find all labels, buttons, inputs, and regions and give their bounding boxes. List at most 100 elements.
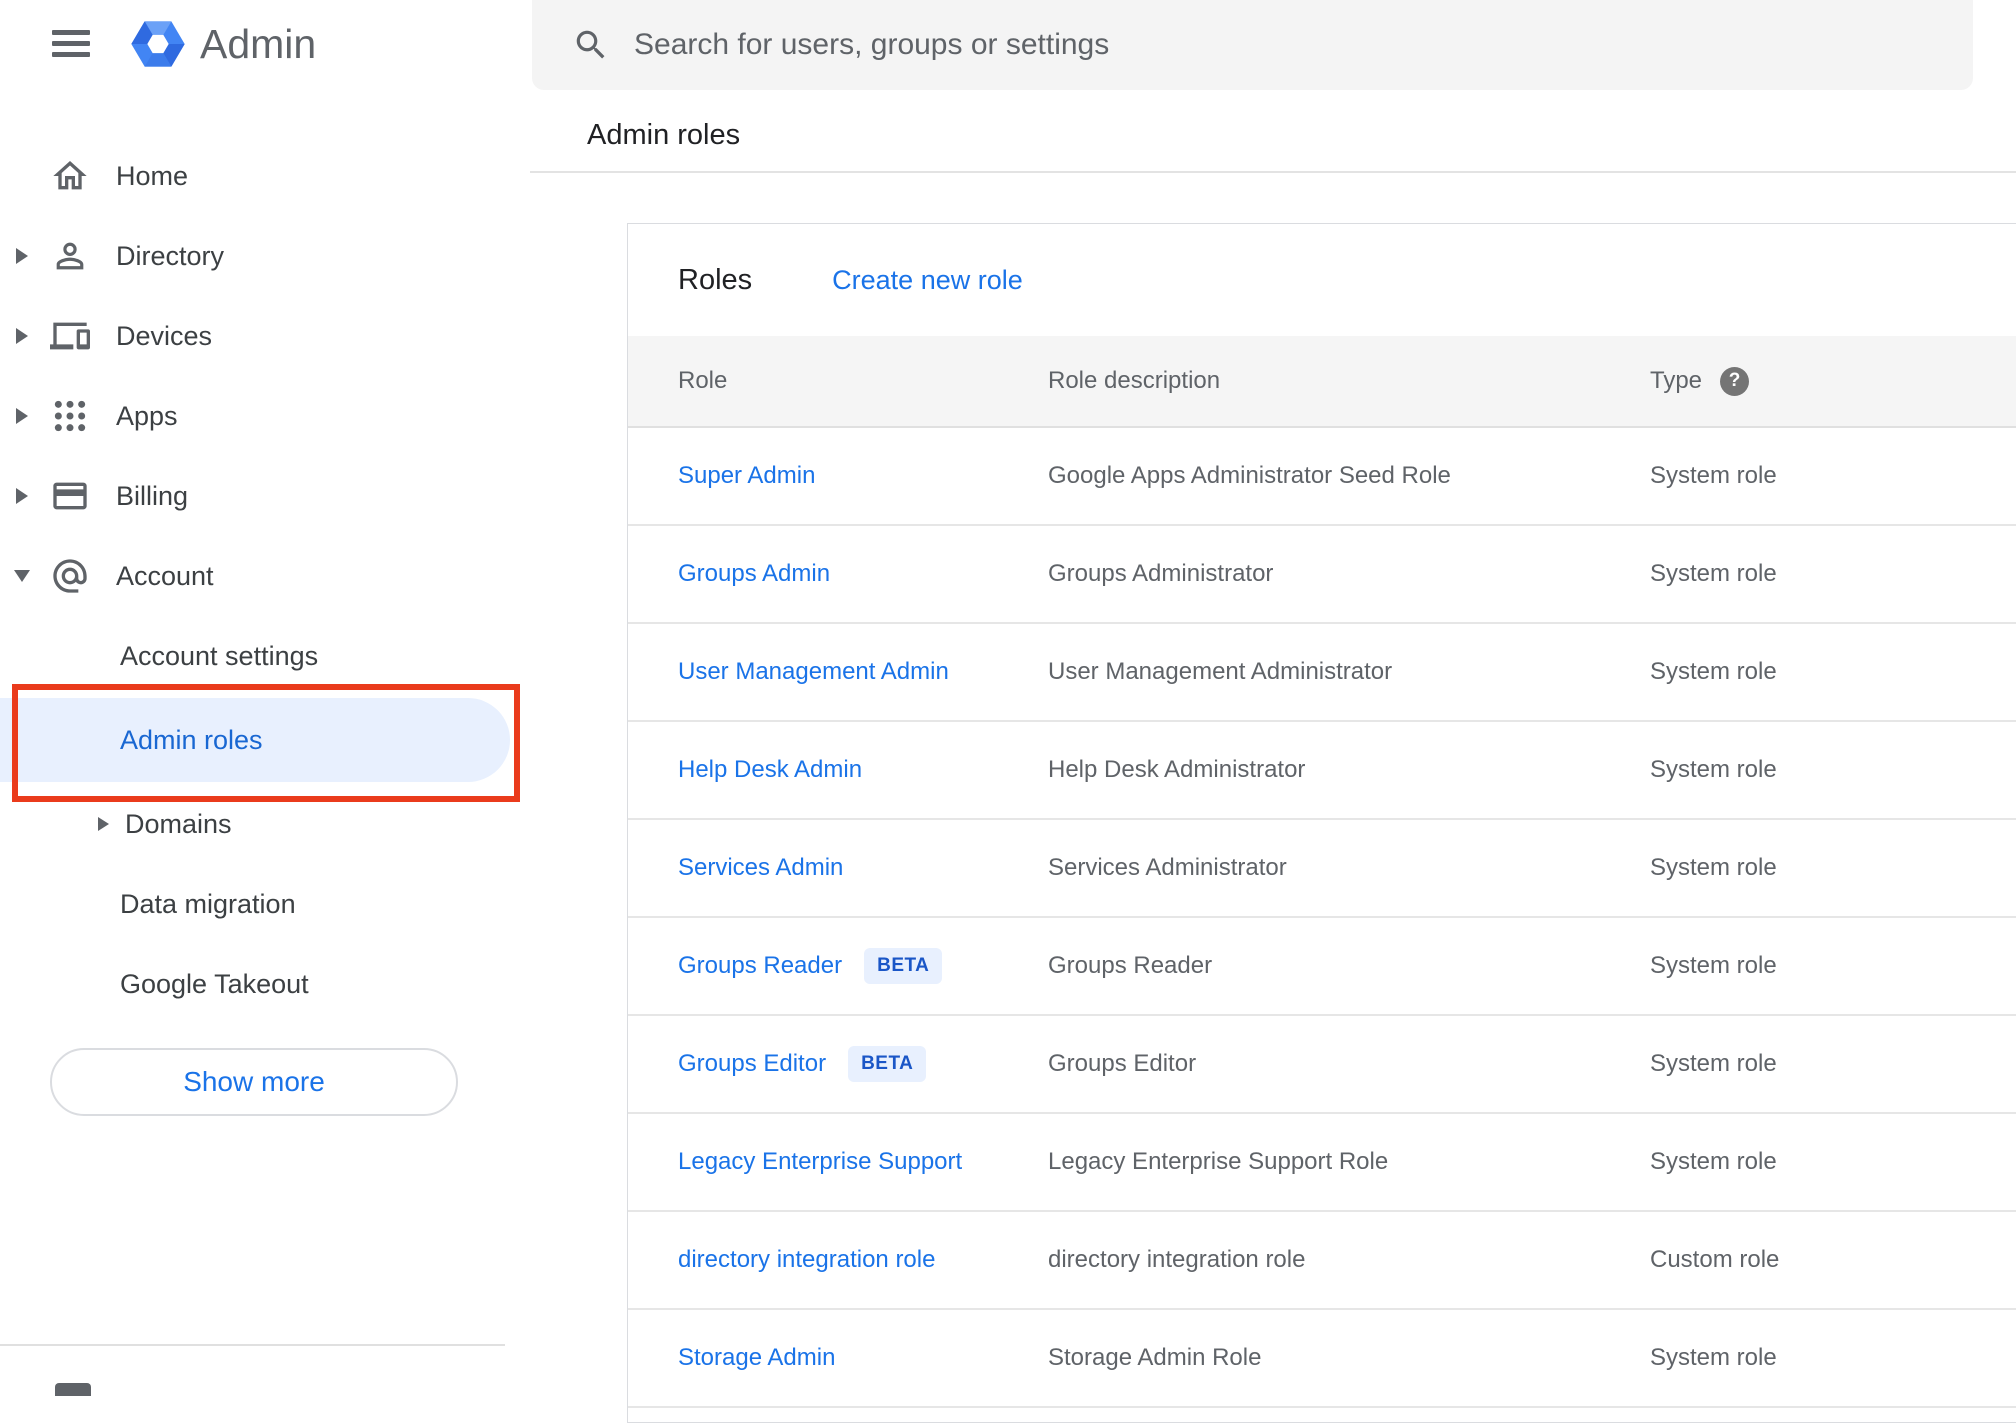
role-link[interactable]: directory integration role [678,1246,935,1274]
role-description: Services Administrator [1048,854,1287,881]
sidebar-item-label: Admin roles [120,724,263,755]
roles-card-header: Roles Create new role [628,224,2016,336]
search-bar[interactable] [532,0,1973,90]
role-description: directory integration role [1048,1246,1306,1273]
role-link[interactable]: User Management Admin [678,658,949,686]
sidebar-item-label: Data migration [120,888,296,919]
role-link[interactable]: Groups Admin [678,560,830,588]
sidebar-item-label: Billing [116,480,189,511]
chevron-right-icon [16,488,28,504]
role-type: System role [1650,1344,1777,1371]
sidebar-item-domains[interactable]: Domains [0,784,530,864]
table-header-row: Role Role description Type ? [628,336,2016,428]
sidebar: Admin Home Directory Devices Apps Billin… [0,0,530,1396]
roles-title: Roles [678,263,753,296]
home-icon [50,156,90,196]
role-description: Google Apps Administrator Seed Role [1048,462,1451,489]
sidebar-item-label: Account settings [120,640,319,671]
role-type: System role [1650,560,1777,587]
role-type: System role [1650,1148,1777,1175]
sidebar-item-admin-roles[interactable]: Admin roles [0,696,530,784]
sidebar-item-directory[interactable]: Directory [0,216,530,296]
column-header-type-label: Type [1650,367,1703,394]
content-divider [530,171,2016,173]
column-header-type: Type ? [1650,366,2016,396]
role-description: Groups Reader [1048,952,1213,979]
help-icon[interactable]: ? [1720,366,1750,396]
role-description: Groups Editor [1048,1050,1197,1077]
cutoff-icon [55,1383,91,1396]
beta-badge: BETA [864,948,943,984]
role-type: System role [1650,658,1777,685]
table-row: Help Desk Admin Help Desk Administrator … [628,722,2016,820]
role-type: System role [1650,1050,1777,1077]
chevron-right-icon [16,328,28,344]
role-type: System role [1650,462,1777,489]
role-link[interactable]: Super Admin [678,462,815,490]
table-row: Services Admin Services Administrator Sy… [628,820,2016,918]
search-input[interactable] [632,27,1916,63]
role-type: System role [1650,756,1777,783]
role-link[interactable]: Services Admin [678,854,843,882]
table-row: Legacy Enterprise Support Legacy Enterpr… [628,1114,2016,1212]
admin-hexagon-logo [126,12,190,76]
sidebar-item-account-settings[interactable]: Account settings [0,616,530,696]
role-link[interactable]: Help Desk Admin [678,756,862,784]
credit-card-icon [50,476,90,516]
at-sign-icon [50,556,90,596]
role-description: Help Desk Administrator [1048,756,1306,783]
role-link[interactable]: Legacy Enterprise Support [678,1148,962,1176]
sidebar-item-apps[interactable]: Apps [0,376,530,456]
table-row: directory integration role directory int… [628,1212,2016,1310]
sidebar-item-label: Home [116,160,189,191]
sidebar-item-label: Google Takeout [120,968,309,999]
table-row: Groups Admin Groups Administrator System… [628,526,2016,624]
role-link[interactable]: Groups Reader [678,952,842,980]
hamburger-menu-icon[interactable] [52,30,90,57]
sidebar-item-devices[interactable]: Devices [0,296,530,376]
sidebar-item-label: Domains [125,808,232,839]
search-icon [572,26,610,64]
breadcrumb: Admin roles [587,119,741,151]
app-title: Admin [200,21,317,67]
sidebar-item-label: Directory [116,240,225,271]
sidebar-item-label: Devices [116,320,213,351]
devices-icon [50,316,90,356]
table-row: Storage Admin Storage Admin Role System … [628,1310,2016,1408]
chevron-right-icon [97,817,109,831]
show-more-label: Show more [183,1066,325,1097]
table-row: Super Admin Google Apps Administrator Se… [628,428,2016,526]
role-type: Custom role [1650,1246,1780,1273]
role-description: Storage Admin Role [1048,1344,1262,1371]
role-description: User Management Administrator [1048,658,1393,685]
role-description: Groups Administrator [1048,560,1274,587]
sidebar-item-label: Account [116,560,214,591]
sidebar-item-billing[interactable]: Billing [0,456,530,536]
sidebar-item-google-takeout[interactable]: Google Takeout [0,944,530,1024]
sidebar-item-home[interactable]: Home [0,136,530,216]
role-link[interactable]: Storage Admin [678,1344,835,1372]
column-header-description: Role description [1048,367,1221,394]
table-row: User Management Admin User Management Ad… [628,624,2016,722]
role-description: Legacy Enterprise Support Role [1048,1148,1389,1175]
sidebar-item-label: Apps [116,400,178,431]
table-row: Groups Editor BETA Groups Editor System … [628,1016,2016,1114]
person-icon [50,236,90,276]
role-type: System role [1650,952,1777,979]
apps-grid-icon [50,396,90,436]
show-more-button[interactable]: Show more [50,1048,458,1116]
sidebar-item-data-migration[interactable]: Data migration [0,864,530,944]
create-new-role-link[interactable]: Create new role [832,265,1023,296]
sidebar-item-account[interactable]: Account [0,536,530,616]
sidebar-bottom-divider [0,1344,505,1346]
sidebar-nav: Home Directory Devices Apps Billing Acco… [0,136,530,1024]
role-link[interactable]: Groups Editor [678,1050,826,1078]
column-header-role: Role [678,367,728,394]
role-type: System role [1650,854,1777,881]
chevron-down-icon [14,570,30,582]
roles-card: Roles Create new role Role Role descript… [627,223,2016,1423]
table-row: Groups Reader BETA Groups Reader System … [628,918,2016,1016]
beta-badge: BETA [848,1046,927,1082]
chevron-right-icon [16,248,28,264]
chevron-right-icon [16,408,28,424]
